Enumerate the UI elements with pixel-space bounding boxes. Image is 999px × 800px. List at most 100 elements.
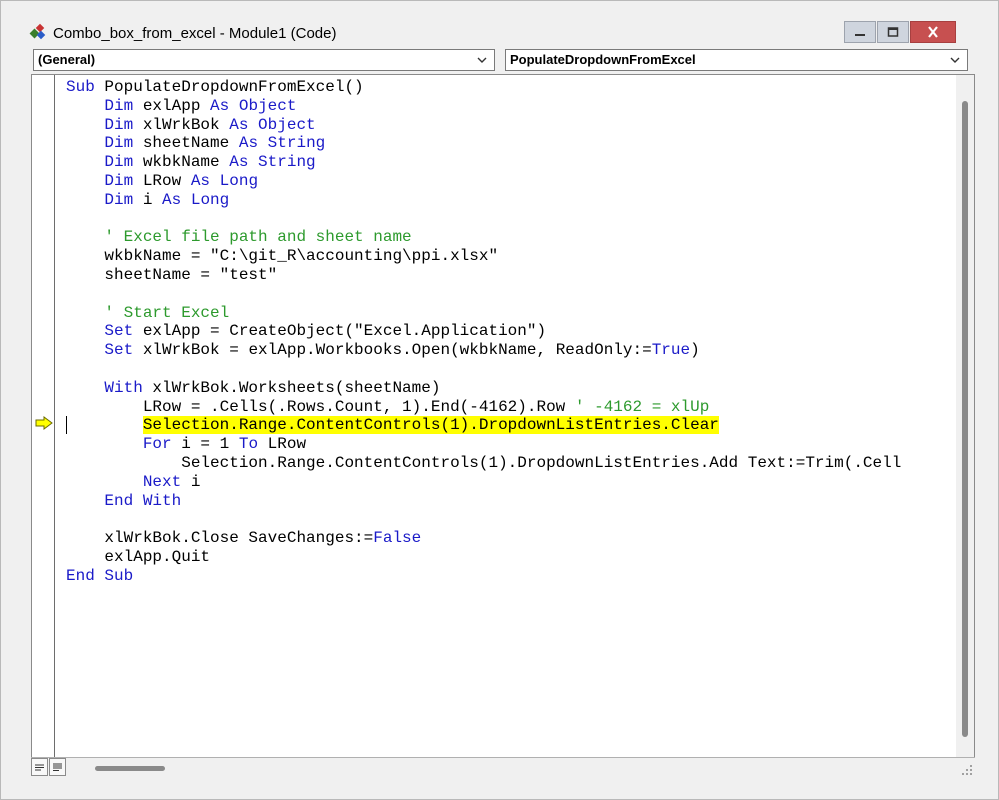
code-keyword: Sub (66, 78, 95, 96)
code-line[interactable]: wkbkName = "C:\git_R\accounting\ppi.xlsx… (66, 247, 954, 266)
code-text: ) (690, 341, 700, 360)
code-line[interactable]: End Sub (66, 567, 954, 586)
code-line[interactable]: Selection.Range.ContentControls(1).Dropd… (66, 454, 954, 473)
full-module-view-button[interactable] (49, 758, 66, 776)
vertical-scrollbar-thumb[interactable] (962, 101, 968, 737)
code-keyword: As (238, 134, 259, 153)
code-keyword: To (238, 435, 259, 454)
code-editor[interactable]: Sub PopulateDropdownFromExcel() Dim exlA… (31, 74, 975, 777)
close-button[interactable] (910, 21, 956, 43)
procedure-view-icon (35, 764, 44, 770)
code-line[interactable]: Dim sheetName As String (66, 134, 954, 153)
code-text: wkbkName = "C:\git_R\accounting\ppi.xlsx… (66, 247, 499, 266)
code-text: exlApp.Quit (66, 547, 211, 566)
code-keyword: As (229, 153, 249, 172)
code-comment: ' Excel file path and sheet name (104, 228, 412, 247)
code-keyword: End With (104, 491, 182, 510)
code-keyword: Dim (104, 171, 134, 190)
code-text: i (133, 190, 163, 209)
code-text: i = 1 (171, 435, 239, 454)
code-line[interactable] (66, 285, 954, 304)
chevron-down-icon (477, 57, 487, 63)
code-line[interactable]: End With (66, 492, 954, 511)
code-keyword: String (258, 153, 316, 172)
code-line[interactable]: ' Excel file path and sheet name (66, 228, 954, 247)
code-keyword: Dim (104, 134, 134, 153)
code-text: wkbkName (133, 153, 230, 172)
code-line[interactable]: LRow = .Cells(.Rows.Count, 1).End(-4162)… (66, 398, 954, 417)
code-highlighted-statement: Selection.Range.ContentControls(1).Dropd… (142, 416, 719, 435)
procedure-view-button[interactable] (31, 758, 48, 776)
vertical-scrollbar[interactable] (956, 75, 974, 775)
code-line[interactable]: Set xlWrkBok = exlApp.Workbooks.Open(wkb… (66, 341, 954, 360)
code-line[interactable]: xlWrkBok.Close SaveChanges:=False (66, 529, 954, 548)
maximize-button[interactable] (877, 21, 909, 43)
code-keyword: String (267, 134, 326, 153)
code-keyword: Object (238, 96, 297, 115)
code-line-current[interactable]: Selection.Range.ContentControls(1).Dropd… (66, 416, 954, 435)
code-text: LRow (258, 435, 307, 454)
code-line[interactable]: Dim exlApp As Object (66, 97, 954, 116)
code-line[interactable] (66, 210, 954, 229)
code-text: xlWrkBok.Worksheets(sheetName) (142, 378, 441, 397)
code-line[interactable]: ' Start Excel (66, 304, 954, 323)
horizontal-scrollbar-thumb[interactable] (95, 766, 165, 771)
code-line[interactable]: exlApp.Quit (66, 548, 954, 567)
minimize-button[interactable] (844, 21, 876, 43)
code-line[interactable] (66, 360, 954, 379)
code-text: sheetName (133, 134, 239, 153)
window-controls (844, 21, 957, 43)
code-line[interactable]: For i = 1 To LRow (66, 435, 954, 454)
code-text: exlApp (133, 96, 211, 115)
code-line[interactable]: sheetName = "test" (66, 266, 954, 285)
code-line[interactable]: Dim i As Long (66, 191, 954, 210)
code-line[interactable]: Set exlApp = CreateObject("Excel.Applica… (66, 322, 954, 341)
code-keyword: As (210, 96, 230, 115)
text-cursor (66, 416, 67, 434)
code-line[interactable]: With xlWrkBok.Worksheets(sheetName) (66, 379, 954, 398)
procedure-combo[interactable]: PopulateDropdownFromExcel (505, 49, 968, 71)
object-combo[interactable]: (General) (33, 49, 495, 71)
code-keyword: Long (219, 171, 259, 190)
code-text: LRow (133, 171, 191, 190)
code-keyword: Object (258, 115, 316, 134)
code-keyword: True (651, 341, 691, 360)
resize-grip-icon[interactable] (961, 764, 973, 776)
object-combo-value: (General) (38, 52, 96, 67)
vba-code-window: Combo_box_from_excel - Module1 (Code) (G… (0, 0, 999, 800)
code-text: xlWrkBok.Close SaveChanges:= (66, 529, 374, 548)
code-comment: ' Start Excel (104, 303, 230, 322)
code-keyword: End Sub (66, 566, 134, 585)
title-bar[interactable]: Combo_box_from_excel - Module1 (Code) (1, 1, 998, 45)
code-area[interactable]: Sub PopulateDropdownFromExcel() Dim exlA… (66, 78, 954, 768)
code-keyword: Dim (104, 96, 134, 115)
code-text: LRow = .Cells(.Rows.Count, 1).End(-4162)… (66, 397, 575, 416)
code-line[interactable]: Dim wkbkName As String (66, 153, 954, 172)
execution-pointer-icon (35, 416, 53, 430)
code-keyword: Long (190, 190, 230, 209)
code-keyword: For (142, 435, 172, 454)
code-keyword: With (104, 378, 143, 397)
code-keyword: Set (104, 322, 134, 341)
code-keyword: Dim (104, 115, 134, 134)
code-line[interactable]: Sub PopulateDropdownFromExcel() (66, 78, 954, 97)
chevron-down-icon (950, 57, 960, 63)
code-line[interactable]: Dim LRow As Long (66, 172, 954, 191)
code-keyword: As (229, 115, 249, 134)
code-line[interactable] (66, 510, 954, 529)
procedure-combo-value: PopulateDropdownFromExcel (510, 52, 696, 67)
code-line[interactable]: Next i (66, 473, 954, 492)
code-line[interactable]: Dim xlWrkBok As Object (66, 116, 954, 135)
